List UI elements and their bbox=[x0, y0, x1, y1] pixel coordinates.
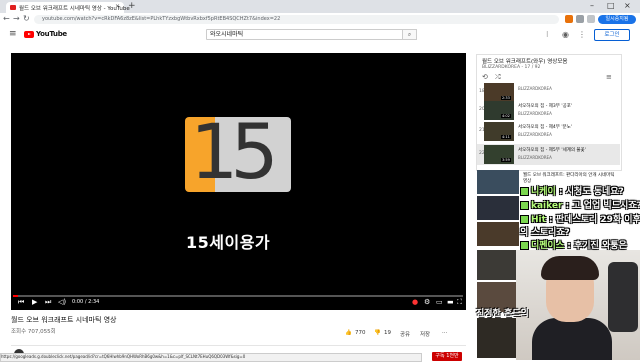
playlist-item-title[interactable]: 서오하오의 집 - 제4부 '분노' bbox=[518, 124, 572, 130]
new-tab-button[interactable]: + bbox=[128, 1, 136, 11]
youtube-logo-icon[interactable] bbox=[24, 31, 34, 38]
chat-text: 의 스토리죠? bbox=[520, 228, 570, 238]
extension-icon[interactable] bbox=[587, 15, 595, 23]
chat-nick: 니케이 bbox=[531, 187, 556, 197]
chat-nick: kaiker bbox=[531, 201, 563, 211]
rating-number: 15 bbox=[190, 107, 279, 196]
next-icon[interactable]: ⏭ bbox=[45, 298, 51, 307]
playlist-item-title[interactable]: 서오하오의 집 - 제3부 '공포' bbox=[518, 103, 572, 109]
youtube-wordmark[interactable]: YouTube bbox=[36, 30, 67, 38]
progress-fill bbox=[13, 295, 18, 297]
volume-icon[interactable]: ◁) bbox=[58, 298, 66, 306]
search-input-value[interactable]: 와오시네마틱 bbox=[210, 30, 243, 39]
webcam-streamer-body bbox=[532, 318, 612, 360]
more-actions-icon[interactable]: ⋯ bbox=[442, 330, 448, 336]
more-icon[interactable]: ⋮ bbox=[578, 30, 586, 39]
webcam-streamer-hair bbox=[541, 256, 599, 280]
status-bar-url: https://googleads.g.doubleclick.net/page… bbox=[0, 353, 422, 362]
recommended-thumbnail[interactable] bbox=[477, 318, 519, 358]
chat-text: 후기진 와퉁은 bbox=[574, 241, 627, 251]
playlist-title[interactable]: 월드 오브 워크래프트(와우) 영상모음 bbox=[482, 57, 567, 65]
settings-icon[interactable]: ⚙ bbox=[424, 298, 430, 306]
tab-title: 월드 오브 워크래프트 시네마틱 영상 - YouTube bbox=[19, 6, 130, 12]
loop-icon[interactable]: ⟲ bbox=[482, 73, 488, 81]
webcam-microphone bbox=[608, 262, 638, 332]
playlist-item[interactable]: 21 4:11 서오하오의 집 - 제4부 '분노' BLIZZARDKOREA bbox=[477, 121, 620, 142]
time-display: 0:00 / 2:34 bbox=[72, 299, 100, 305]
chat-message-continued: 의 스토리죠? bbox=[520, 225, 570, 238]
playlist-duration: 4:02 bbox=[501, 114, 511, 118]
url-text[interactable]: youtube.com/watch?v=cRkDFA6z8zE&list=PLh… bbox=[42, 15, 280, 24]
save-playlist-icon[interactable]: ≡ bbox=[606, 73, 612, 81]
dislike-icon[interactable]: 👎 bbox=[374, 330, 381, 336]
playlist-subtitle: BLIZZARDKOREA - 17 / 92 bbox=[482, 65, 541, 70]
login-button[interactable]: 로그인 bbox=[594, 29, 630, 41]
playlist-channel: BLIZZARDKOREA bbox=[518, 86, 552, 91]
profile-button[interactable]: 일시중지됨 bbox=[598, 15, 636, 24]
search-icon[interactable]: ⌕ bbox=[402, 29, 417, 40]
dislike-count[interactable]: 19 bbox=[384, 330, 391, 336]
back-icon[interactable]: ← bbox=[3, 14, 10, 23]
progress-bar[interactable] bbox=[13, 295, 463, 297]
youtube-favicon-icon bbox=[10, 5, 16, 10]
extension-icon[interactable] bbox=[576, 15, 584, 23]
chat-message: 니케이 : 시청도 동네요? bbox=[520, 184, 624, 197]
miniplayer-icon[interactable]: ▭ bbox=[436, 298, 443, 306]
chat-nick: 디펜이스 bbox=[531, 241, 565, 251]
playlist-item-title[interactable]: 서오하오의 집 - 제5부 '세계의 불꽃' bbox=[518, 147, 586, 153]
recommended-thumbnail[interactable] bbox=[477, 196, 519, 220]
video-title: 월드 오브 워크래프트 시네마틱 영상 bbox=[11, 316, 117, 324]
share-button[interactable]: 공유 bbox=[400, 330, 410, 338]
shuffle-icon[interactable]: ⤮ bbox=[495, 73, 501, 82]
recommended-thumbnail[interactable] bbox=[477, 250, 519, 280]
chat-badge-icon bbox=[520, 241, 529, 250]
rating-label: 15세이용가 bbox=[186, 233, 271, 252]
playlist-item[interactable]: 20 4:02 서오하오의 집 - 제3부 '공포' BLIZZARDKOREA bbox=[477, 100, 620, 121]
fullscreen-icon[interactable]: ⛶ bbox=[457, 298, 462, 307]
chat-badge-icon bbox=[520, 201, 529, 210]
reload-icon[interactable]: ↻ bbox=[23, 14, 30, 23]
save-button[interactable]: 저장 bbox=[420, 330, 430, 338]
theater-icon[interactable]: ▬ bbox=[447, 298, 454, 306]
chat-text: 판데스토리 29화 이후 bbox=[555, 215, 640, 225]
playlist-item-current[interactable]: 22 3:59 서오하오의 집 - 제5부 '세계의 불꽃' BLIZZARDK… bbox=[477, 144, 620, 165]
playlist-channel: BLIZZARDKOREA bbox=[518, 132, 552, 137]
chat-text: 고 업업 빅드시죠? bbox=[572, 201, 640, 211]
view-count: 조회수 707,055회 bbox=[11, 329, 56, 335]
recommended-title[interactable]: 월드 오브 워크래프트: 판다리아의 안개 시네마틱 영상 bbox=[523, 172, 618, 184]
playlist-duration: 4:11 bbox=[501, 135, 511, 139]
menu-icon[interactable]: ≡ bbox=[9, 29, 17, 39]
maximize-button[interactable]: □ bbox=[607, 1, 615, 10]
playlist-duration: 3:59 bbox=[501, 158, 511, 162]
messages-icon[interactable]: ◉ bbox=[562, 30, 569, 39]
tab-close-icon[interactable]: × bbox=[115, 3, 120, 10]
overlay-caption: 진정한 혼드의 bbox=[476, 309, 529, 319]
chat-message: 디펜이스 : 후기진 와퉁은 bbox=[520, 238, 627, 251]
previous-icon[interactable]: ⏮ bbox=[18, 298, 24, 307]
forward-icon[interactable]: → bbox=[13, 14, 20, 23]
playlist-channel: BLIZZARDKOREA bbox=[518, 155, 552, 160]
play-icon[interactable]: ▶ bbox=[32, 298, 37, 306]
chat-badge-icon bbox=[520, 187, 529, 196]
playlist-channel: BLIZZARDKOREA bbox=[518, 111, 552, 116]
chat-message: kaiker : 고 업업 빅드시죠? bbox=[520, 198, 640, 211]
close-window-button[interactable]: × bbox=[624, 1, 631, 10]
chat-nick: Hit bbox=[531, 215, 546, 225]
apps-icon[interactable]: ⁝ bbox=[546, 30, 549, 39]
chat-badge-icon bbox=[520, 215, 529, 224]
chat-text: 시청도 동네요? bbox=[565, 187, 624, 197]
like-count[interactable]: 770 bbox=[355, 330, 366, 336]
autoplay-icon[interactable]: ● bbox=[412, 298, 418, 306]
like-icon[interactable]: 👍 bbox=[345, 330, 352, 336]
minimize-button[interactable]: – bbox=[590, 1, 594, 10]
recommended-thumbnail[interactable] bbox=[477, 222, 519, 246]
extension-icon[interactable] bbox=[565, 15, 573, 23]
chat-message: Hit : 판데스토리 29화 이후 bbox=[520, 212, 640, 225]
browser-tab[interactable]: 월드 오브 워크래프트 시네마틱 영상 - YouTube × bbox=[6, 2, 130, 13]
recommended-thumbnail[interactable] bbox=[477, 170, 519, 194]
